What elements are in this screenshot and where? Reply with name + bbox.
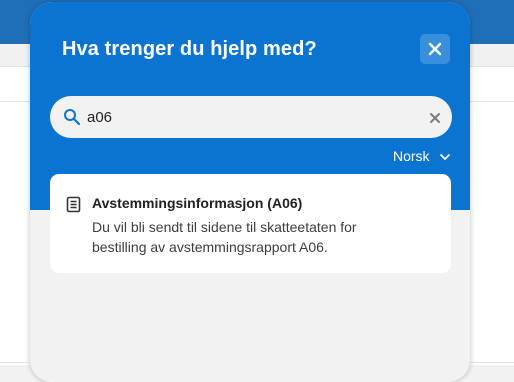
- divider: [0, 101, 30, 102]
- language-selector[interactable]: Norsk: [393, 148, 450, 164]
- chevron-down-icon: [440, 154, 450, 160]
- panel-title: Hva trenger du hjelp med?: [62, 38, 317, 60]
- close-button[interactable]: [420, 34, 450, 64]
- language-label: Norsk: [393, 148, 430, 164]
- search-box[interactable]: [50, 96, 452, 138]
- close-icon: [428, 42, 442, 56]
- divider: [470, 101, 514, 102]
- search-result-item[interactable]: Avstemmingsinformasjon (A06) Du vil bli …: [50, 174, 451, 273]
- search-input[interactable]: [87, 104, 417, 130]
- clear-icon[interactable]: [429, 112, 441, 124]
- help-panel: Hva trenger du hjelp med? Norsk Avstemmi…: [30, 2, 470, 382]
- search-icon: [64, 109, 81, 126]
- document-icon: [66, 196, 81, 213]
- result-title: Avstemmingsinformasjon (A06): [92, 195, 303, 211]
- result-description: Du vil bli sendt til sidene til skatteet…: [92, 219, 357, 255]
